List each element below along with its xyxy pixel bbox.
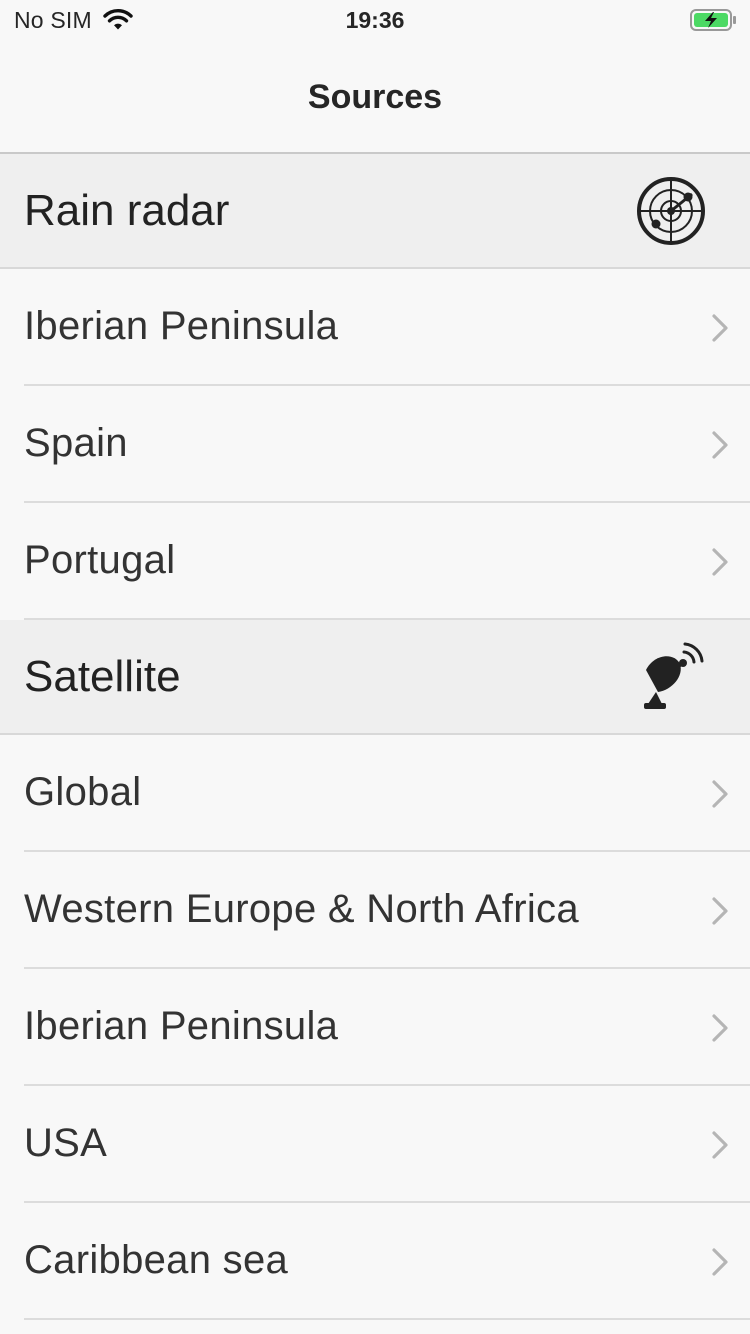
satellite-dish-icon	[644, 642, 704, 709]
chevron-right-icon	[712, 1014, 728, 1042]
chevron-right-icon	[712, 897, 728, 925]
chevron-right-icon	[712, 548, 728, 576]
list-item[interactable]: USA	[0, 1086, 750, 1203]
page-title: Sources	[307, 78, 443, 116]
list-item[interactable]: Western Europe & North Africa	[0, 852, 750, 969]
list-item-label: Western Europe & North Africa	[24, 887, 579, 931]
list-item-label: Global	[24, 770, 142, 814]
chevron-right-icon	[712, 314, 728, 342]
section-title: Rain radar	[24, 186, 230, 235]
list-item[interactable]: Caribbean sea	[0, 1203, 750, 1320]
status-time: 19:36	[345, 7, 405, 33]
status-bar: No SIM 19:36	[0, 0, 750, 40]
navigation-bar: Sources	[0, 40, 750, 154]
list-item[interactable]: Spain	[0, 386, 750, 503]
section-header-satellite: Satellite	[0, 620, 750, 735]
list-item-label: Portugal	[24, 538, 176, 582]
list-item[interactable]: Iberian Peninsula	[0, 969, 750, 1086]
chevron-right-icon	[712, 780, 728, 808]
list-item-label: USA	[24, 1121, 108, 1165]
list-item-label: Spain	[24, 421, 128, 465]
battery-charging-icon	[690, 9, 736, 31]
list-item[interactable]: Portugal	[0, 503, 750, 620]
chevron-right-icon	[712, 1248, 728, 1276]
list-item-label: Iberian Peninsula	[24, 1004, 339, 1048]
section-title: Satellite	[24, 652, 181, 701]
list-item-label: Iberian Peninsula	[24, 304, 339, 348]
list-item[interactable]: Iberian Peninsula	[0, 269, 750, 386]
radar-icon	[637, 177, 705, 245]
sources-list: Rain radar Iberian Peninsula Spain Portu…	[0, 154, 750, 1320]
chevron-right-icon	[712, 1131, 728, 1159]
chevron-right-icon	[712, 431, 728, 459]
list-item-label: Caribbean sea	[24, 1238, 289, 1282]
section-header-rain-radar: Rain radar	[0, 154, 750, 269]
list-item[interactable]: Global	[0, 735, 750, 852]
